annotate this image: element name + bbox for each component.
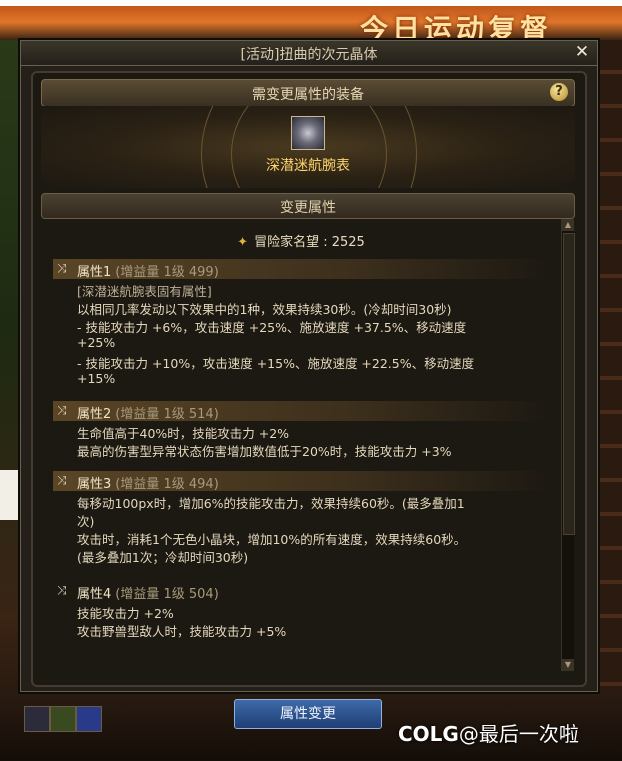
attribute-4-line: 攻击野兽型敌人时，技能攻击力 +5% — [77, 624, 287, 639]
change-attributes-header: 变更属性 — [41, 193, 575, 219]
attribute-1-line: - 技能攻击力 +6%，攻击速度 +25%、施放速度 +37.5%、移动速度 — [77, 320, 467, 335]
attribute-4-header: ⤨ 属性4 (增益量 1级 504) — [53, 581, 553, 602]
dialog-titlebar[interactable]: [活动]扭曲的次元晶体 ✕ — [21, 41, 597, 66]
equipment-display-area: 深潜迷航腕表 — [41, 106, 575, 188]
attribute-4-line: 技能攻击力 +2% — [77, 606, 174, 621]
fame-label: 冒险家名望 : 2525 — [254, 235, 365, 250]
attribute-change-button[interactable]: 属性变更 — [234, 699, 382, 729]
equipment-header: 需变更属性的装备 ? — [41, 79, 575, 107]
quickslot-2[interactable] — [50, 706, 76, 732]
quickslot-1[interactable] — [24, 706, 50, 732]
help-icon[interactable]: ? — [550, 83, 568, 101]
adventurer-fame: ✦ 冒险家名望 : 2525 — [41, 231, 561, 250]
attribute-3-line: 攻击时，消耗1个无色小晶块，增加10%的所有速度，效果持续60秒。 — [77, 532, 467, 547]
shuffle-icon: ⤨ — [57, 583, 67, 597]
dialog-title: [活动]扭曲的次元晶体 — [240, 47, 378, 63]
change-attributes-label: 变更属性 — [280, 200, 336, 216]
attribute-2-level: (增益量 1级 514) — [115, 407, 219, 422]
watermark-text: @最后一次啦 — [458, 722, 579, 746]
watermark: COLG@最后一次啦 — [398, 718, 579, 747]
attribute-1-line: - 技能攻击力 +10%，攻击速度 +15%、施放速度 +22.5%、移动速度 — [77, 356, 475, 371]
shuffle-icon: ⤨ — [57, 473, 67, 487]
equipment-slot-watch-icon[interactable] — [291, 116, 325, 150]
watermark-logo: COLG — [398, 722, 459, 746]
attribute-2-header: ⤨ 属性2 (增益量 1级 514) — [53, 401, 553, 422]
attribute-1-line: [深潜迷航腕表固有属性] — [77, 284, 212, 299]
attribute-3-header: ⤨ 属性3 (增益量 1级 494) — [53, 471, 553, 492]
attribute-1-name: 属性1 — [77, 265, 112, 280]
attribute-3-line: 次) — [77, 514, 95, 529]
attribute-3-line: 每移动100px时，增加6%的技能攻击力，效果持续60秒。(最多叠加1 — [77, 496, 465, 511]
attribute-1-level: (增益量 1级 499) — [115, 265, 219, 280]
attribute-2-line: 生命值高于40%时，技能攻击力 +2% — [77, 426, 290, 441]
attribute-3-name: 属性3 — [77, 477, 112, 492]
scroll-down-icon[interactable]: ▼ — [562, 659, 574, 671]
background-left-badge — [0, 470, 18, 520]
attribute-1-line: +15% — [77, 371, 116, 386]
scroll-up-icon[interactable]: ▲ — [562, 219, 574, 231]
dialog-content-frame: 需变更属性的装备 ? 深潜迷航腕表 变更属性 ✦ 冒险家名望 : 2525 ⤨ 属… — [31, 71, 587, 687]
attribute-3-line: (最多叠加1次；冷却时间30秒) — [77, 550, 249, 565]
attribute-1-header: ⤨ 属性1 (增益量 1级 499) — [53, 259, 553, 280]
attributes-scrollbar[interactable]: ▲ ▼ — [561, 219, 575, 671]
attribute-2-line: 最高的伤害型异常状态伤害增加数值低于20%时，技能攻击力 +3% — [77, 444, 452, 459]
shuffle-icon: ⤨ — [57, 261, 67, 275]
background-right-panel — [596, 40, 622, 761]
attributes-scroll-area[interactable]: ✦ 冒险家名望 : 2525 ⤨ 属性1 (增益量 1级 499) [深潜迷航腕表固… — [41, 219, 561, 667]
scrollbar-thumb[interactable] — [563, 233, 575, 535]
background-left-scene — [0, 40, 20, 761]
attribute-1-line: +25% — [77, 335, 116, 350]
shuffle-icon: ⤨ — [57, 403, 67, 417]
attribute-4-level: (增益量 1级 504) — [115, 587, 219, 602]
attribute-3-level: (增益量 1级 494) — [115, 477, 219, 492]
fame-crest-icon: ✦ — [237, 235, 249, 250]
close-icon[interactable]: ✕ — [573, 42, 591, 62]
attribute-2-name: 属性2 — [77, 407, 112, 422]
attribute-1-line: 以相同几率发动以下效果中的1种，效果持续30秒。(冷却时间30秒) — [77, 302, 452, 317]
attribute-4-name: 属性4 — [77, 587, 112, 602]
equipment-header-label: 需变更属性的装备 — [252, 87, 364, 103]
equipment-name: 深潜迷航腕表 — [266, 158, 350, 174]
attribute-change-dialog: [活动]扭曲的次元晶体 ✕ 需变更属性的装备 ? 深潜迷航腕表 变更属性 ✦ 冒险… — [20, 40, 598, 692]
quickslot-3[interactable] — [76, 706, 102, 732]
